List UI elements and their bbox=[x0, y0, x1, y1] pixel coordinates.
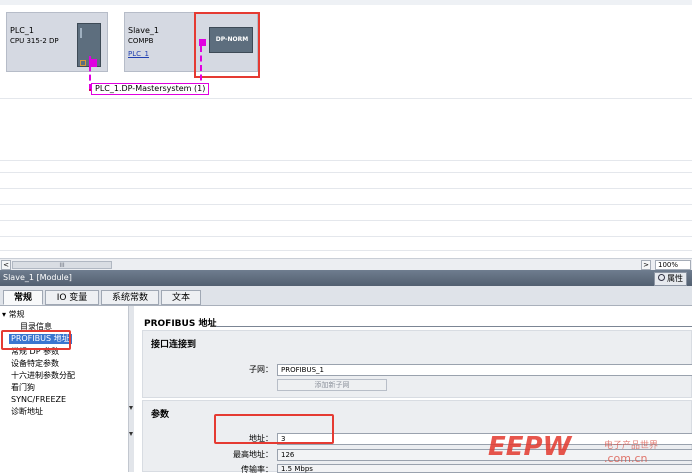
nav-root-label: 常规 bbox=[8, 310, 25, 319]
network-view[interactable]: PLC_1 CPU 315-2 DP Slave_1 COMPB PLC_1 D… bbox=[0, 0, 692, 258]
canvas-top-strip bbox=[0, 0, 692, 5]
subnet-dropdown[interactable]: PROFIBUS_1 bbox=[277, 364, 692, 376]
grid-line bbox=[0, 236, 692, 237]
bus-label[interactable]: PLC_1.DP-Mastersystem (1) bbox=[91, 83, 210, 95]
subnet-label: 子网： bbox=[249, 365, 273, 374]
grid-line bbox=[0, 172, 692, 173]
tab-io-tags[interactable]: IO 变量 bbox=[45, 290, 99, 305]
nav-item-device-params[interactable]: 设备特定参数 bbox=[11, 359, 59, 369]
grid-line bbox=[0, 160, 692, 161]
transmission-rate-label: 传输率： bbox=[241, 465, 273, 474]
eepw-logo: EEPW bbox=[488, 432, 572, 462]
parameters-heading: 参数 bbox=[151, 410, 170, 420]
mpi-port-icon bbox=[80, 60, 86, 66]
grid-line bbox=[0, 220, 692, 221]
properties-button[interactable]: 属性 bbox=[654, 272, 687, 286]
watermark-url: .com.cn bbox=[604, 452, 648, 465]
nav-root-general[interactable]: ▾ 常规 bbox=[2, 310, 25, 320]
tab-texts[interactable]: 文本 bbox=[161, 290, 201, 305]
heading-rule bbox=[216, 326, 692, 327]
scroll-right-button[interactable]: > bbox=[641, 260, 651, 270]
inspector-title-text: Slave_1 [Module] bbox=[3, 273, 72, 282]
address-highlight-box bbox=[214, 414, 334, 444]
interface-section: 接口连接到 子网： PROFIBUS_1 添加新子网 bbox=[142, 330, 692, 398]
nav-highlight-box bbox=[1, 330, 71, 350]
properties-label: 属性 bbox=[667, 274, 683, 283]
watermark-cn: 电子产品世界 bbox=[604, 441, 659, 451]
scroll-left-button[interactable]: < bbox=[1, 260, 11, 270]
scroll-thumb[interactable]: III bbox=[12, 261, 112, 269]
grid-line bbox=[0, 250, 692, 251]
canvas-hscrollbar[interactable]: < III > 100% bbox=[0, 258, 692, 270]
inspector-title: Slave_1 [Module] bbox=[0, 270, 692, 286]
tab-general[interactable]: 常规 bbox=[3, 290, 43, 305]
slave-type: COMPB bbox=[128, 37, 154, 45]
nav-item-hex-params[interactable]: 十六进制参数分配 bbox=[11, 371, 75, 381]
slave-master-link[interactable]: PLC_1 bbox=[128, 50, 149, 58]
zoom-field[interactable]: 100% bbox=[655, 260, 691, 270]
slave-name: Slave_1 bbox=[128, 26, 159, 35]
tab-system-constants[interactable]: 系统常数 bbox=[101, 290, 159, 305]
nav-item-sync-freeze[interactable]: SYNC/FREEZE bbox=[11, 395, 66, 405]
search-icon bbox=[658, 274, 665, 281]
plc-name: PLC_1 bbox=[10, 26, 34, 35]
grid-line bbox=[0, 204, 692, 205]
scroll-down-icon bbox=[129, 432, 133, 436]
plc-type: CPU 315-2 DP bbox=[10, 37, 59, 45]
interface-heading: 接口连接到 bbox=[151, 340, 197, 350]
content-heading: PROFIBUS 地址 bbox=[144, 319, 217, 329]
plc-device[interactable]: PLC_1 CPU 315-2 DP bbox=[6, 12, 108, 72]
nav-item-watchdog[interactable]: 看门狗 bbox=[11, 383, 35, 393]
nav-item-diag-address[interactable]: 诊断地址 bbox=[11, 407, 43, 417]
inspector-tabbar: 常规 IO 变量 系统常数 文本 bbox=[0, 286, 692, 306]
module-led bbox=[80, 28, 82, 38]
add-subnet-button[interactable]: 添加新子网 bbox=[277, 379, 387, 391]
grid-line bbox=[0, 98, 692, 99]
grid-line bbox=[0, 188, 692, 189]
scroll-down-icon bbox=[129, 406, 133, 410]
highest-address-label: 最高地址： bbox=[233, 450, 273, 459]
highlight-box bbox=[194, 12, 260, 78]
